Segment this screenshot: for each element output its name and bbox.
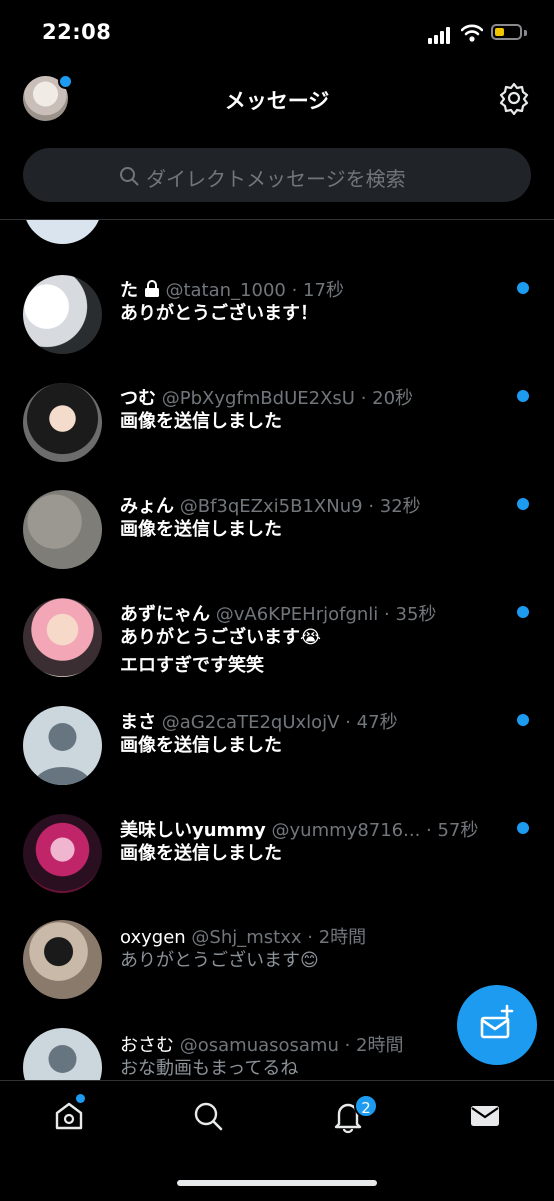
- default-avatar-icon: [34, 723, 91, 785]
- avatar: [23, 920, 102, 999]
- avatar: [23, 220, 102, 244]
- conversation-time: · 57秒: [426, 820, 479, 841]
- home-indicator: [177, 1180, 377, 1186]
- avatar: [23, 814, 102, 893]
- conversation-message: 画像を送信しました: [120, 411, 282, 432]
- conversation-name: あずにゃん: [120, 604, 210, 625]
- avatar: [23, 598, 102, 677]
- unread-dot: [517, 282, 529, 294]
- lock-icon: [144, 280, 159, 297]
- default-avatar-icon: [48, 1045, 77, 1073]
- explore-icon[interactable]: [190, 1098, 226, 1134]
- avatar: [23, 706, 102, 785]
- unread-dot: [517, 822, 529, 834]
- conversation-handle: @aG2caTE2qUxlojV: [161, 712, 340, 733]
- conversation-message: 画像を送信しました: [120, 843, 282, 864]
- compose-mail-icon: [480, 1004, 514, 1039]
- conversation-message: 画像を送信しました: [120, 735, 282, 756]
- page-title: メッセージ: [224, 89, 330, 113]
- unread-dot: [517, 390, 529, 402]
- avatar: [23, 383, 102, 462]
- mail-icon[interactable]: [467, 1098, 503, 1134]
- conversation-handle: @Bf3qEZxi5B1XNu9: [179, 496, 363, 517]
- conversation-time: · 2時間: [344, 1035, 404, 1056]
- home-icon[interactable]: [51, 1098, 87, 1134]
- conversation-time: · 2時間: [307, 927, 367, 948]
- home-unread-dot: [76, 1094, 85, 1103]
- conversation-handle: @yummy8716...: [271, 820, 421, 841]
- conversation-message: おな動画もまってるね: [120, 1058, 299, 1079]
- conversation-name: まさ: [120, 712, 156, 733]
- conversation-message: ありがとうございます！: [120, 303, 318, 324]
- unread-dot: [517, 714, 529, 726]
- conversation-name: た: [120, 280, 138, 301]
- conversation-message: ありがとうございます😭: [120, 627, 322, 648]
- conversation-list[interactable]: た @tatan_1000 · 17秒 ありがとうございます！ つむ @PbXy…: [0, 220, 554, 1080]
- conversation-time: · 32秒: [368, 496, 421, 517]
- conversation-time: · 35秒: [384, 604, 437, 625]
- conversation-handle: @tatan_1000: [165, 280, 286, 301]
- wifi-icon: [461, 24, 483, 42]
- conversation-handle: @Shj_mstxx: [191, 927, 302, 948]
- status-time: 22:08: [42, 20, 112, 44]
- signal-icon: [428, 26, 454, 44]
- conversation-name: おさむ: [120, 1035, 174, 1056]
- conversation-name: oxygen: [120, 927, 186, 948]
- notifications-badge: 2: [354, 1094, 378, 1118]
- search-placeholder: ダイレクトメッセージを検索: [146, 167, 406, 191]
- status-bar: 22:08: [0, 0, 554, 70]
- conversation-name: つむ: [120, 388, 156, 409]
- search-icon: [120, 167, 139, 186]
- conversation-name: みょん: [120, 496, 174, 517]
- unread-dot: [517, 606, 529, 618]
- battery-icon: [491, 24, 522, 40]
- avatar: [23, 275, 102, 354]
- avatar: [23, 490, 102, 569]
- conversation-time: · 20秒: [360, 388, 414, 409]
- conversation-handle: @vA6KPEHrjofgnli: [215, 604, 379, 625]
- conversation-time: · 17秒: [291, 280, 344, 301]
- conversation-handle: @osamuasosamu: [179, 1035, 339, 1056]
- gear-icon[interactable]: [497, 81, 531, 115]
- conversation-name: 美味しいyummy: [120, 820, 266, 841]
- conversation-message: 画像を送信しました: [120, 519, 282, 540]
- conversation-message-line2: エロすぎです笑笑: [120, 655, 264, 676]
- conversation-handle: @PbXygfmBdUE2XsU: [161, 388, 355, 409]
- conversation-time: · 47秒: [345, 712, 398, 733]
- unread-dot: [517, 498, 529, 510]
- new-message-button[interactable]: [457, 985, 537, 1065]
- avatar: [23, 1028, 102, 1080]
- conversation-message: ありがとうございます😊: [120, 950, 319, 971]
